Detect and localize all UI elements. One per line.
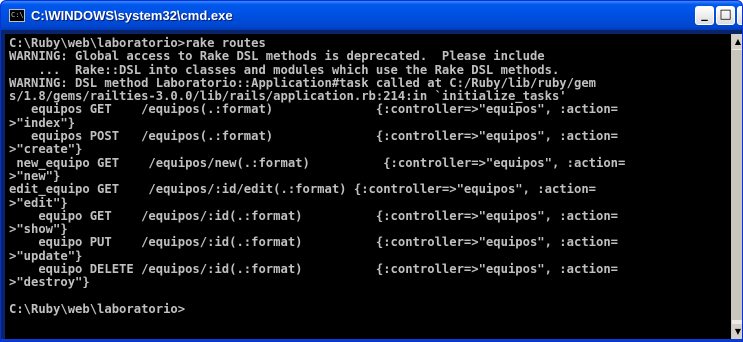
cmd-window: C:\ C:\WINDOWS\system32\cmd.exe _ □ × C:… (0, 0, 743, 342)
close-button[interactable]: × (737, 6, 742, 25)
console-line: equipo DELETE /equipos/:id(.:format) {:c… (9, 262, 619, 277)
cmd-app-icon[interactable]: C:\ (9, 9, 25, 22)
console-line: edit_equipo GET /equipos/:id/edit(.:form… (9, 182, 596, 197)
window-title: C:\WINDOWS\system32\cmd.exe (31, 8, 233, 23)
title-bar[interactable]: C:\ C:\WINDOWS\system32\cmd.exe _ □ × (1, 1, 742, 30)
console-line: >"destroy"} (9, 275, 90, 290)
console-line: >"edit"} (9, 195, 68, 210)
console-line: WARNING: DSL method Laboratorio::Applica… (9, 75, 596, 90)
scroll-thumb[interactable] (732, 50, 742, 320)
console-line: new_equipo GET /equipos/new(.:format) {:… (9, 155, 626, 170)
scroll-down-arrow-icon[interactable]: ▼ (732, 324, 742, 339)
console-line: ... Rake::DSL into classes and modules w… (9, 62, 560, 77)
console-text: C:\Ruby\web\laboratorio>rake routes WARNI… (5, 34, 731, 316)
console-line: s/1.8/gems/railties-3.0.0/lib/rails/appl… (9, 89, 567, 104)
console-line: equipo PUT /equipos/:id(.:format) {:cont… (9, 235, 619, 250)
console-line: >"create"} (9, 142, 83, 157)
console-line: >"index"} (9, 115, 76, 130)
console-prompt[interactable]: C:\Ruby\web\laboratorio> (9, 302, 731, 316)
console-line: >"new"} (9, 168, 61, 183)
console-line: >"update"} (9, 248, 83, 263)
console-line: >"show"} (9, 222, 68, 237)
maximize-button[interactable]: □ (716, 6, 735, 25)
console-output[interactable]: C:\Ruby\web\laboratorio>rake routes WARNI… (5, 34, 731, 339)
console-line: WARNING: Global access to Rake DSL metho… (9, 49, 545, 64)
console-line: equipos GET /equipos(.:format) {:control… (9, 102, 619, 117)
scroll-up-arrow-icon[interactable]: ▲ (732, 34, 742, 49)
console-line: equipos POST /equipos(.:format) {:contro… (9, 129, 619, 144)
minimize-button[interactable]: _ (695, 6, 714, 25)
vertical-scrollbar[interactable]: ▲ ▼ (731, 34, 742, 339)
window-controls: _ □ × (695, 6, 742, 25)
console-line: C:\Ruby\web\laboratorio>rake routes (9, 36, 266, 50)
console-line: equipo GET /equipos/:id(.:format) {:cont… (9, 208, 619, 223)
